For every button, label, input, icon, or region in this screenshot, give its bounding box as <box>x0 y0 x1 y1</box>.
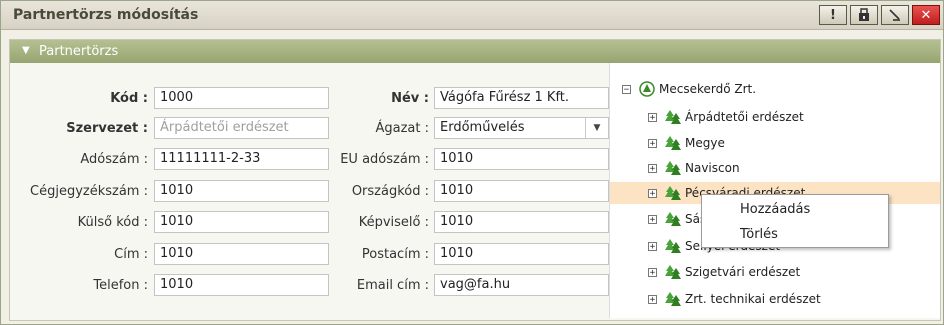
szervezet-input[interactable]: Árpádtetői erdészet <box>154 117 329 139</box>
section-title: Partnertörzs <box>39 44 119 59</box>
tree-item[interactable]: + Megye <box>648 134 725 152</box>
tree-pine-icon <box>665 239 681 253</box>
tree-pine-icon <box>665 186 681 200</box>
save-button[interactable] <box>850 5 878 25</box>
context-menu: Hozzáadás Törlés <box>701 194 889 248</box>
close-icon: ✕ <box>920 7 932 23</box>
expand-icon[interactable]: + <box>648 267 657 277</box>
window-title: Partnertörzs módosítás <box>13 7 199 23</box>
postacim-input[interactable]: 1010 <box>434 243 609 265</box>
cim-input[interactable]: 1010 <box>154 243 329 265</box>
collapse-icon[interactable]: − <box>622 84 631 94</box>
telefon-input[interactable]: 1010 <box>154 274 329 296</box>
minimize-button[interactable] <box>881 5 909 25</box>
lock-icon <box>859 8 869 21</box>
titlebar: Partnertörzs módosítás ! ✕ <box>1 1 943 30</box>
dialog-window: Partnertörzs módosítás ! ✕ ▼ Partnertörz… <box>0 0 944 325</box>
agazat-selected-value: Erdőművelés <box>440 120 525 135</box>
postacim-label: Postacím : <box>361 247 429 262</box>
telefon-label: Telefon : <box>93 278 148 293</box>
tree-pine-icon <box>665 265 681 279</box>
alert-button[interactable]: ! <box>819 5 847 25</box>
adoszam-input[interactable]: 11111111-2-33 <box>154 148 329 170</box>
agazat-select[interactable]: Erdőművelés ▼ <box>434 117 609 139</box>
nev-input[interactable]: Vágófa Fűrész 1 Kft. <box>434 87 609 109</box>
alert-icon: ! <box>830 7 836 23</box>
kod-label: Kód : <box>110 91 148 106</box>
close-button[interactable]: ✕ <box>912 5 940 25</box>
expand-icon[interactable]: + <box>648 214 657 224</box>
email-input[interactable]: vag@fa.hu <box>434 274 609 296</box>
tree-pine-icon <box>665 161 681 175</box>
eu-adoszam-label: EU adószám : <box>340 152 429 167</box>
tree-item-label: Árpádtetői erdészet <box>685 110 804 124</box>
tree-item-label: Szigetvári erdészet <box>685 265 801 279</box>
section-header[interactable]: ▼ Partnertörzs <box>10 40 940 63</box>
kulso-kod-input[interactable]: 1010 <box>154 211 329 233</box>
expand-icon[interactable]: + <box>648 188 657 198</box>
eu-adoszam-input[interactable]: 1010 <box>434 148 609 170</box>
email-label: Email cím : <box>356 278 429 293</box>
expand-icon[interactable]: + <box>648 294 657 304</box>
cegjegyzekszam-input[interactable]: 1010 <box>154 180 329 202</box>
tree-pine-icon <box>665 136 681 150</box>
nev-label: Név : <box>391 91 429 106</box>
szervezet-label: Szervezet : <box>66 121 148 136</box>
kulso-kod-label: Külső kód : <box>77 215 148 230</box>
collapse-triangle-icon: ▼ <box>22 45 30 56</box>
adoszam-label: Adószám : <box>80 152 148 167</box>
orszagkod-label: Országkód : <box>351 184 429 199</box>
tree-item-label: Megye <box>685 136 725 150</box>
tree-item[interactable]: + Naviscon <box>648 159 740 177</box>
expand-icon[interactable]: + <box>648 241 657 251</box>
tree-item[interactable]: + Zrt. technikai erdészet <box>648 290 821 308</box>
context-menu-delete[interactable]: Törlés <box>702 223 888 247</box>
tree-item[interactable]: + Árpádtetői erdészet <box>648 108 804 126</box>
kepviselo-input[interactable]: 1010 <box>434 211 609 233</box>
agazat-label: Ágazat : <box>375 121 429 136</box>
arrow-down-right-icon <box>889 9 900 21</box>
tree-item-label: Naviscon <box>685 161 740 175</box>
chevron-down-icon[interactable]: ▼ <box>585 118 608 138</box>
tree-item[interactable]: + Szigetvári erdészet <box>648 263 800 281</box>
kepviselo-label: Képviselő : <box>358 215 429 230</box>
company-logo-icon <box>639 81 655 97</box>
context-menu-add[interactable]: Hozzáadás <box>702 198 888 222</box>
tree-pine-icon <box>665 212 681 226</box>
tree-item-label: Zrt. technikai erdészet <box>685 292 821 306</box>
expand-icon[interactable]: + <box>648 138 657 148</box>
cegjegyzekszam-label: Cégjegyzékszám : <box>30 184 148 199</box>
tree-pine-icon <box>665 292 681 306</box>
kod-input[interactable]: 1000 <box>154 87 329 109</box>
tree-root[interactable]: − Mecsekerdő Zrt. <box>622 80 756 98</box>
expand-icon[interactable]: + <box>648 112 657 122</box>
tree-pine-icon <box>665 110 681 124</box>
org-tree: − Mecsekerdő Zrt. + Árpádtetői erdészet … <box>609 63 940 318</box>
cim-label: Cím : <box>114 247 148 262</box>
orszagkod-input[interactable]: 1010 <box>434 180 609 202</box>
expand-icon[interactable]: + <box>648 163 657 173</box>
tree-root-label: Mecsekerdő Zrt. <box>659 82 757 96</box>
